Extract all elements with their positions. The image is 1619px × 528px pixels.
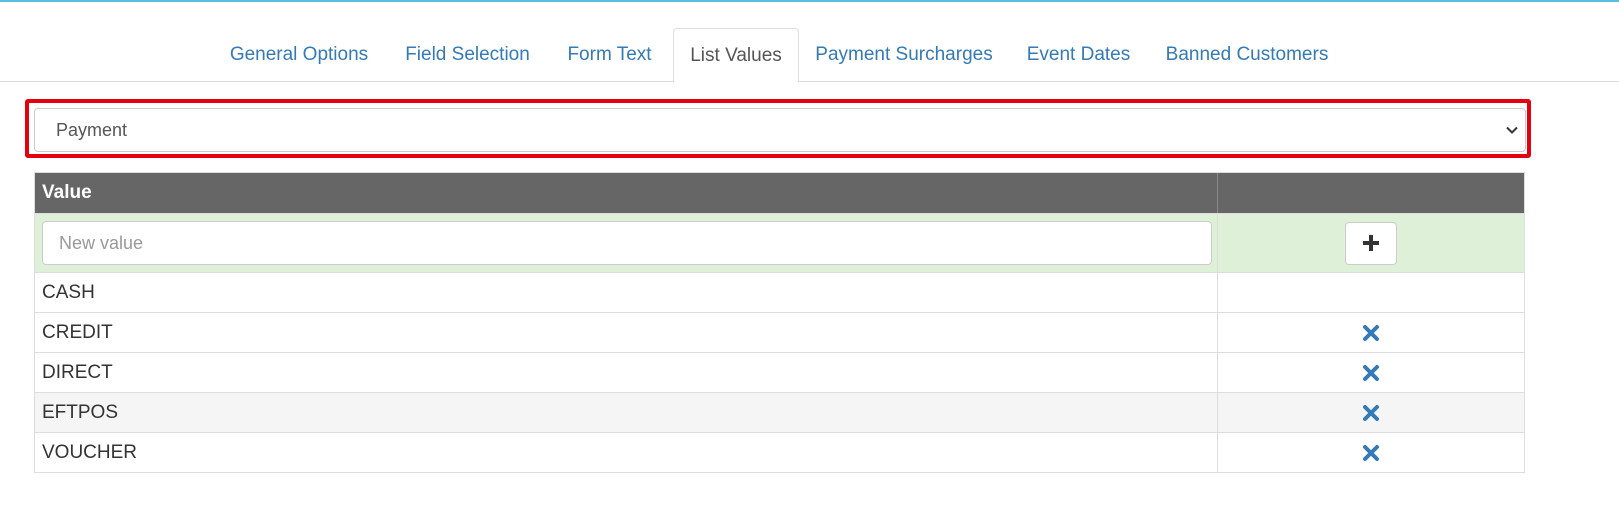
row-value: CASH: [35, 273, 1218, 312]
table-header: Value: [35, 173, 1524, 213]
tab-banned-customers[interactable]: Banned Customers: [1160, 28, 1334, 82]
tab-general-options[interactable]: General Options: [223, 28, 375, 82]
header-action: [1218, 173, 1524, 213]
tab-payment-surcharges[interactable]: Payment Surcharges: [811, 28, 997, 82]
tab-bar: General Options Field Selection Form Tex…: [0, 28, 1619, 83]
row-value: VOUCHER: [35, 433, 1218, 472]
table-row: EFTPOS: [35, 392, 1524, 432]
header-value: Value: [35, 173, 1218, 213]
remove-icon[interactable]: [1362, 324, 1380, 342]
remove-icon[interactable]: [1362, 444, 1380, 462]
tab-event-dates[interactable]: Event Dates: [1019, 28, 1138, 82]
table-row: DIRECT: [35, 352, 1524, 392]
top-accent-line: [0, 0, 1619, 2]
tab-field-selection[interactable]: Field Selection: [398, 28, 537, 82]
table-row: VOUCHER: [35, 432, 1524, 472]
chevron-down-icon: [1506, 126, 1518, 134]
row-value: DIRECT: [35, 353, 1218, 392]
table-row: CASH: [35, 272, 1524, 312]
new-value-row: [35, 213, 1524, 272]
new-value-input[interactable]: [42, 221, 1212, 265]
list-type-select[interactable]: Payment: [34, 108, 1526, 152]
add-value-button[interactable]: [1345, 221, 1397, 265]
remove-icon[interactable]: [1362, 364, 1380, 382]
list-type-selected-value: Payment: [56, 120, 128, 140]
row-value: CREDIT: [35, 313, 1218, 352]
tab-form-text[interactable]: Form Text: [559, 28, 660, 82]
plus-icon: [1363, 235, 1379, 251]
row-value: EFTPOS: [35, 393, 1218, 432]
list-values-table: Value CASH CREDIT DIRECT: [34, 172, 1525, 473]
row-action-empty: [1218, 273, 1524, 312]
tab-list-values[interactable]: List Values: [673, 28, 799, 83]
remove-icon[interactable]: [1362, 404, 1380, 422]
table-row: CREDIT: [35, 312, 1524, 352]
